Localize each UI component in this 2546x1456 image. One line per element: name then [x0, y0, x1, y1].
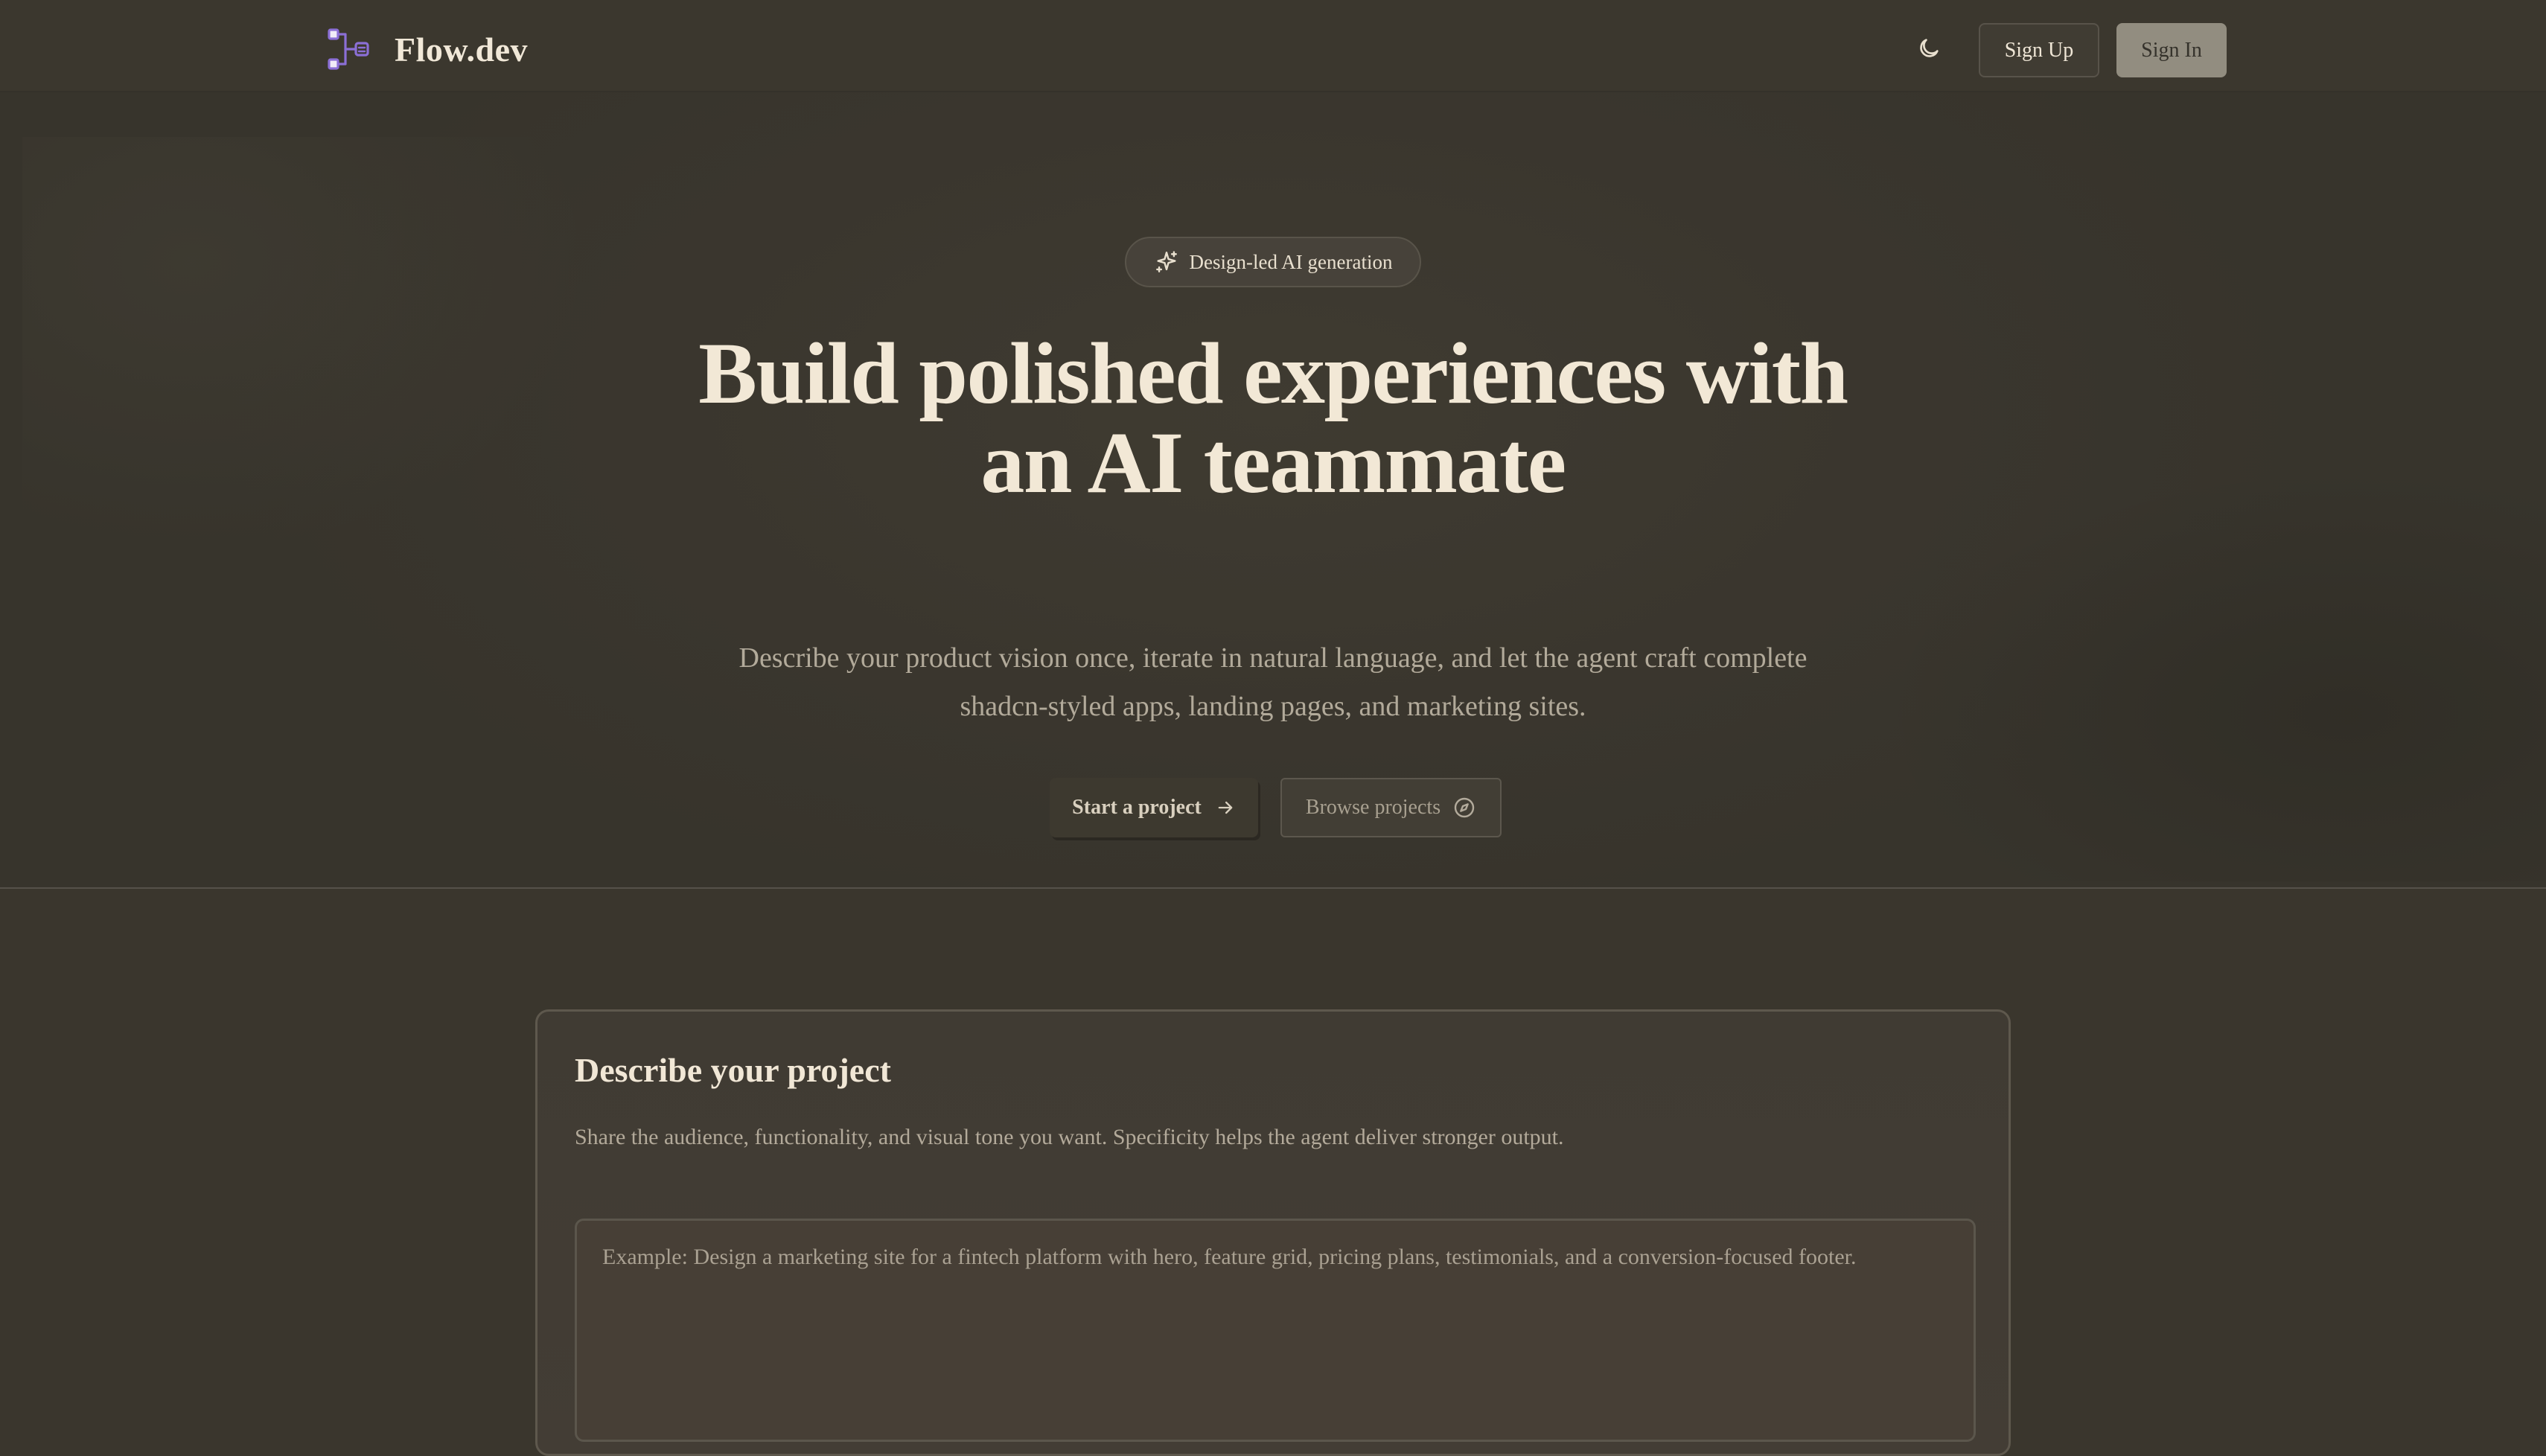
project-description-input[interactable] [575, 1219, 1976, 1442]
hero-subtitle-line-2: shadcn-styled apps, landing pages, and m… [960, 691, 1586, 722]
flow-diagram-icon [328, 28, 369, 70]
hero-title-line-2: an AI teammate [980, 414, 1566, 511]
arrow-right-icon [1218, 801, 1233, 814]
hero-title-line-1: Build polished experiences with [698, 325, 1848, 422]
hero-background-decoration [1876, 464, 2546, 881]
hero-subtitle-line-1: Describe your product vision once, itera… [738, 642, 1808, 674]
describe-project-title: Describe your project [575, 1051, 891, 1089]
start-project-button[interactable]: Start a project [1050, 778, 1258, 837]
browse-projects-button[interactable]: Browse projects [1280, 778, 1502, 837]
compass-icon [1454, 797, 1475, 818]
start-project-label: Start a project [1072, 796, 1202, 819]
sparkles-icon [1155, 251, 1177, 272]
describe-project-description: Share the audience, functionality, and v… [575, 1125, 1564, 1149]
describe-project-card: Describe your project Share the audience… [535, 1009, 2011, 1456]
browse-projects-label: Browse projects [1305, 796, 1441, 819]
feature-badge: Design-led AI generation [1125, 237, 1421, 287]
theme-toggle-button[interactable] [1910, 30, 1947, 67]
brand-name: Flow.dev [395, 30, 529, 68]
hero-background-decoration [22, 137, 588, 554]
top-navigation-bar: Flow.dev Sign Up Sign In [0, 0, 2546, 92]
moon-icon [1920, 39, 1939, 57]
sign-in-button[interactable]: Sign In [2116, 23, 2227, 77]
hero-title: Build polished experiences with an AI te… [603, 329, 1943, 508]
sign-up-button[interactable]: Sign Up [1979, 23, 2099, 77]
brand[interactable]: Flow.dev [325, 25, 528, 73]
hero-subtitle: Describe your product vision once, itera… [677, 634, 1869, 731]
hero-section: Design-led AI generation Build polished … [0, 92, 2546, 889]
feature-badge-label: Design-led AI generation [1189, 250, 1393, 273]
